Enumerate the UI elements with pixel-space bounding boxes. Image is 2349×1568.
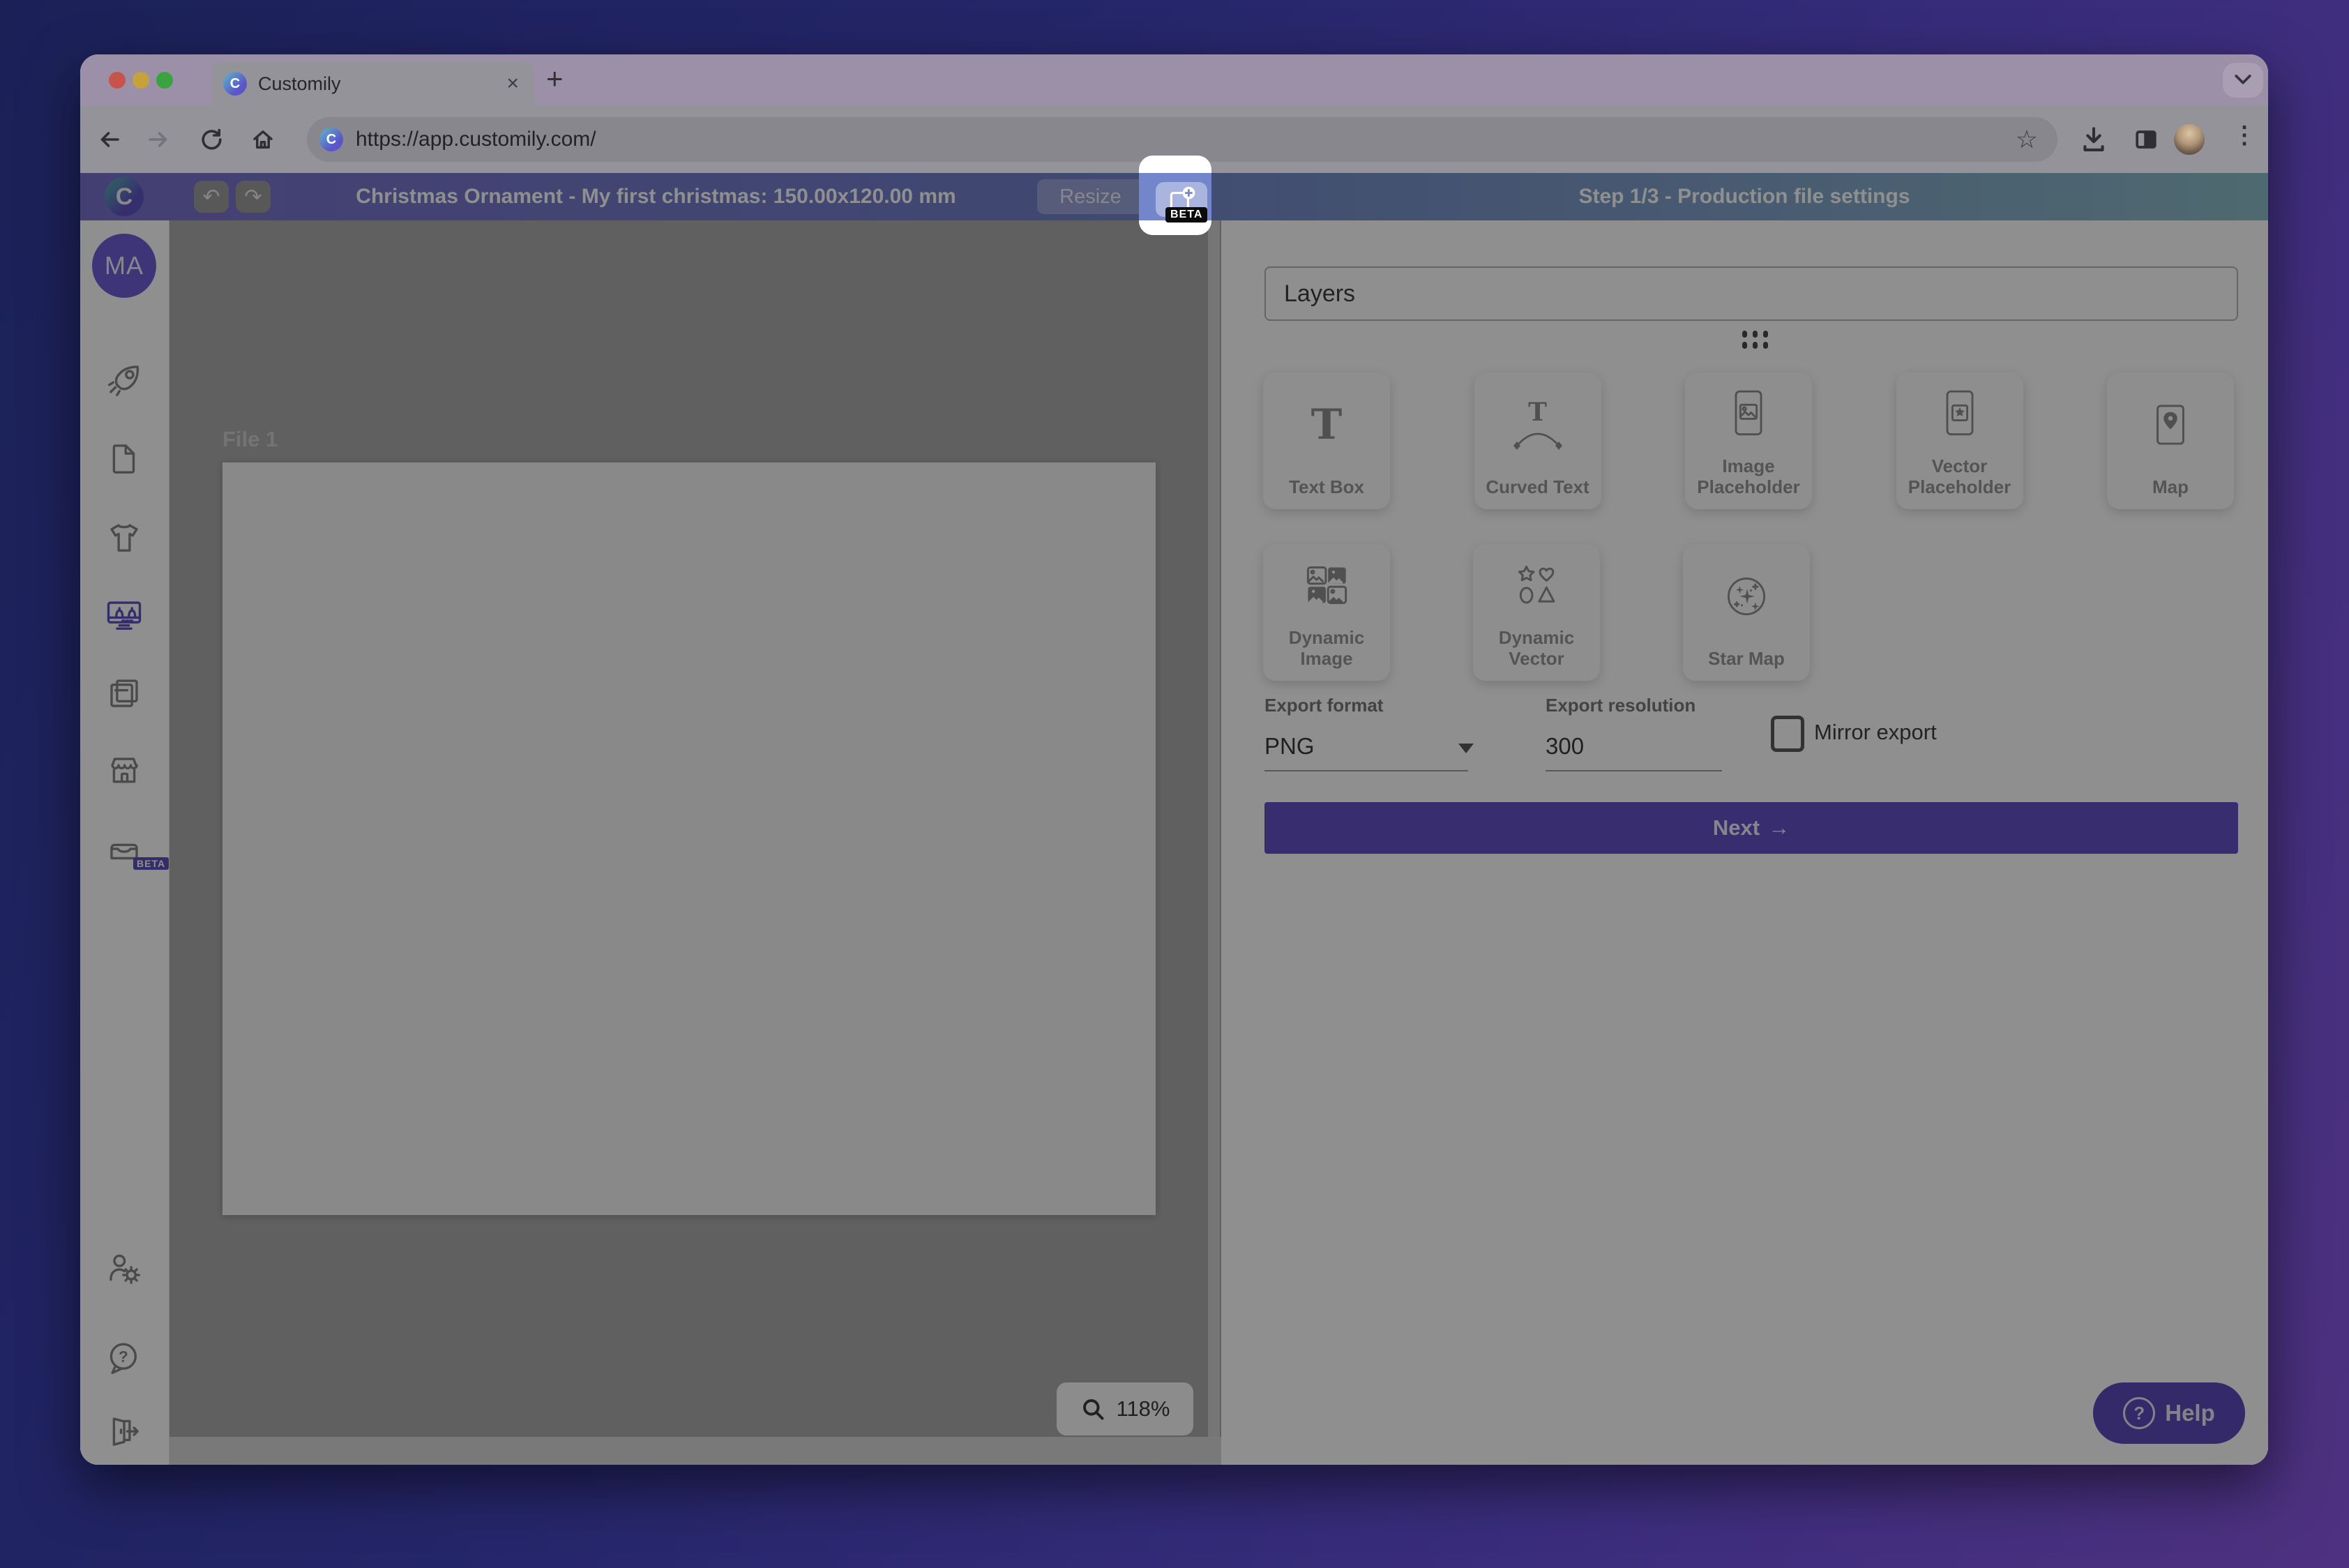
bookmark-star-icon[interactable]: ☆ xyxy=(2016,125,2038,154)
profile-avatar[interactable] xyxy=(2174,124,2205,155)
tab-overflow-button[interactable] xyxy=(2223,63,2263,98)
maximize-window-button[interactable] xyxy=(156,72,173,89)
download-button[interactable] xyxy=(2078,124,2109,155)
browser-menu-button[interactable]: ⋮ xyxy=(2233,121,2256,149)
beta-badge: BETA xyxy=(1165,207,1207,223)
tab-title: Customily xyxy=(258,73,506,95)
reload-button[interactable] xyxy=(199,127,224,152)
url-text: https://app.customily.com/ xyxy=(356,128,2016,151)
minimize-window-button[interactable] xyxy=(133,72,149,89)
close-tab-icon[interactable]: × xyxy=(506,73,519,94)
tab-strip: C Customily × + xyxy=(80,54,2268,106)
back-button[interactable] xyxy=(97,127,122,152)
beta-spotlight: BETA xyxy=(1139,156,1211,235)
browser-tab[interactable]: C Customily × xyxy=(212,61,534,106)
close-window-button[interactable] xyxy=(109,72,126,89)
new-tab-button[interactable]: + xyxy=(546,64,564,93)
dim-overlay xyxy=(80,173,2268,1465)
home-button[interactable] xyxy=(250,127,275,152)
chevron-down-icon xyxy=(2233,73,2253,88)
customily-favicon: C xyxy=(223,72,247,96)
desktop-background: C Customily × + C https://app.customily.… xyxy=(0,0,2349,1568)
split-panel-icon[interactable] xyxy=(2131,124,2161,155)
browser-window: C Customily × + C https://app.customily.… xyxy=(80,54,2268,1465)
url-favicon: C xyxy=(319,128,343,151)
forward-button[interactable] xyxy=(146,127,171,152)
